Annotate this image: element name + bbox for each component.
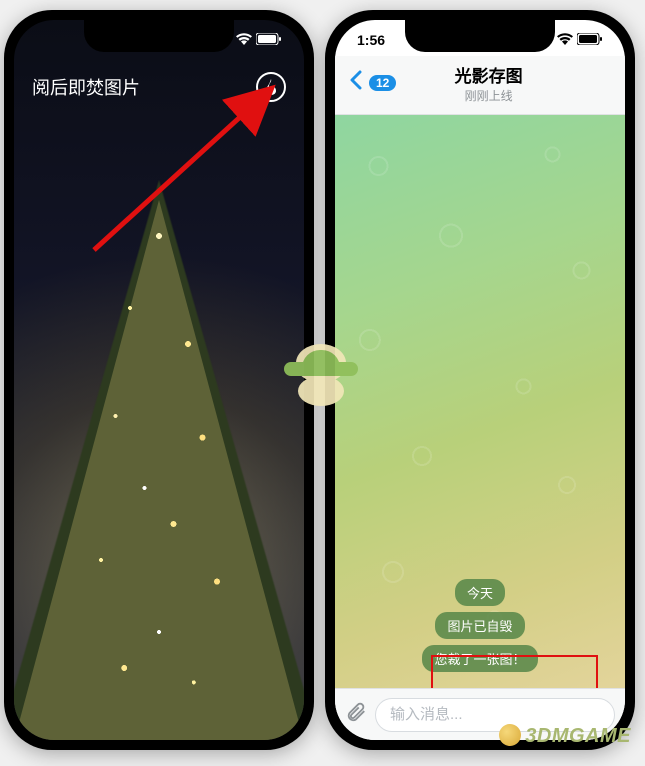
date-pill: 今天 xyxy=(455,579,505,606)
back-icon[interactable] xyxy=(349,69,363,97)
watermark-text: 3DMGAME xyxy=(499,724,631,748)
notch xyxy=(405,20,555,52)
chat-background[interactable]: 今天 图片已自毁 您裁了一张图！ xyxy=(335,108,625,688)
notch xyxy=(84,20,234,52)
flame-icon[interactable] xyxy=(256,72,286,102)
chat-title[interactable]: 光影存图 xyxy=(366,62,611,87)
attach-icon[interactable] xyxy=(345,701,367,729)
watermark-mascot xyxy=(278,340,364,410)
chat-subtitle: 刚刚上线 xyxy=(366,87,611,104)
battery-icon xyxy=(577,32,603,48)
system-msg-cropped: 您裁了一张图！ xyxy=(422,645,537,672)
status-time: 1:56 xyxy=(357,32,385,48)
battery-icon xyxy=(256,32,282,48)
tree-lights xyxy=(14,20,304,740)
chat-header: 12 光影存图 刚刚上线 xyxy=(335,56,625,115)
system-msg-destroyed: 图片已自毁 xyxy=(435,612,524,639)
wifi-icon xyxy=(236,32,252,48)
burn-after-read-title: 阅后即焚图片 xyxy=(32,74,140,100)
watermark-ball-icon xyxy=(499,724,521,746)
wifi-icon xyxy=(557,32,573,48)
